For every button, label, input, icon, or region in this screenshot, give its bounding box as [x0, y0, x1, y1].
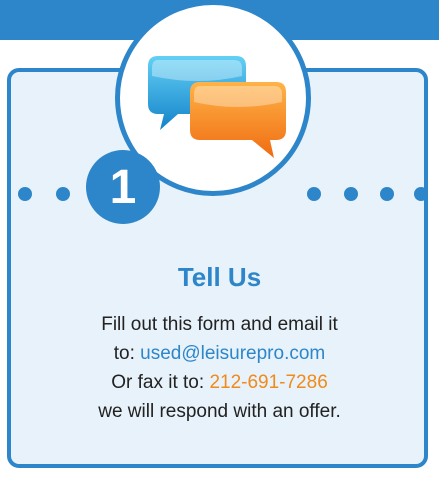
- divider-dot: [56, 187, 70, 201]
- description-line-2: to: used@leisurepro.com: [20, 339, 419, 368]
- description-line-3: Or fax it to: 212-691-7286: [20, 368, 419, 397]
- divider-dot: [344, 187, 358, 201]
- email-prefix: to:: [113, 343, 141, 364]
- fax-prefix: Or fax it to:: [111, 372, 210, 393]
- fax-number-link[interactable]: 212-691-7286: [209, 372, 327, 393]
- divider-dot: [18, 187, 32, 201]
- step-description: Fill out this form and email it to: used…: [20, 310, 419, 426]
- divider-dot: [307, 187, 321, 201]
- description-line-4: we will respond with an offer.: [98, 401, 341, 422]
- divider-dot: [414, 187, 428, 201]
- divider-dot: [380, 187, 394, 201]
- chat-bubbles-icon: [148, 56, 286, 158]
- step-title: Tell Us: [177, 262, 262, 292]
- description-line-1: Fill out this form and email it: [101, 314, 338, 335]
- step-number-badge: 1: [86, 150, 160, 224]
- email-link[interactable]: used@leisurepro.com: [140, 343, 325, 364]
